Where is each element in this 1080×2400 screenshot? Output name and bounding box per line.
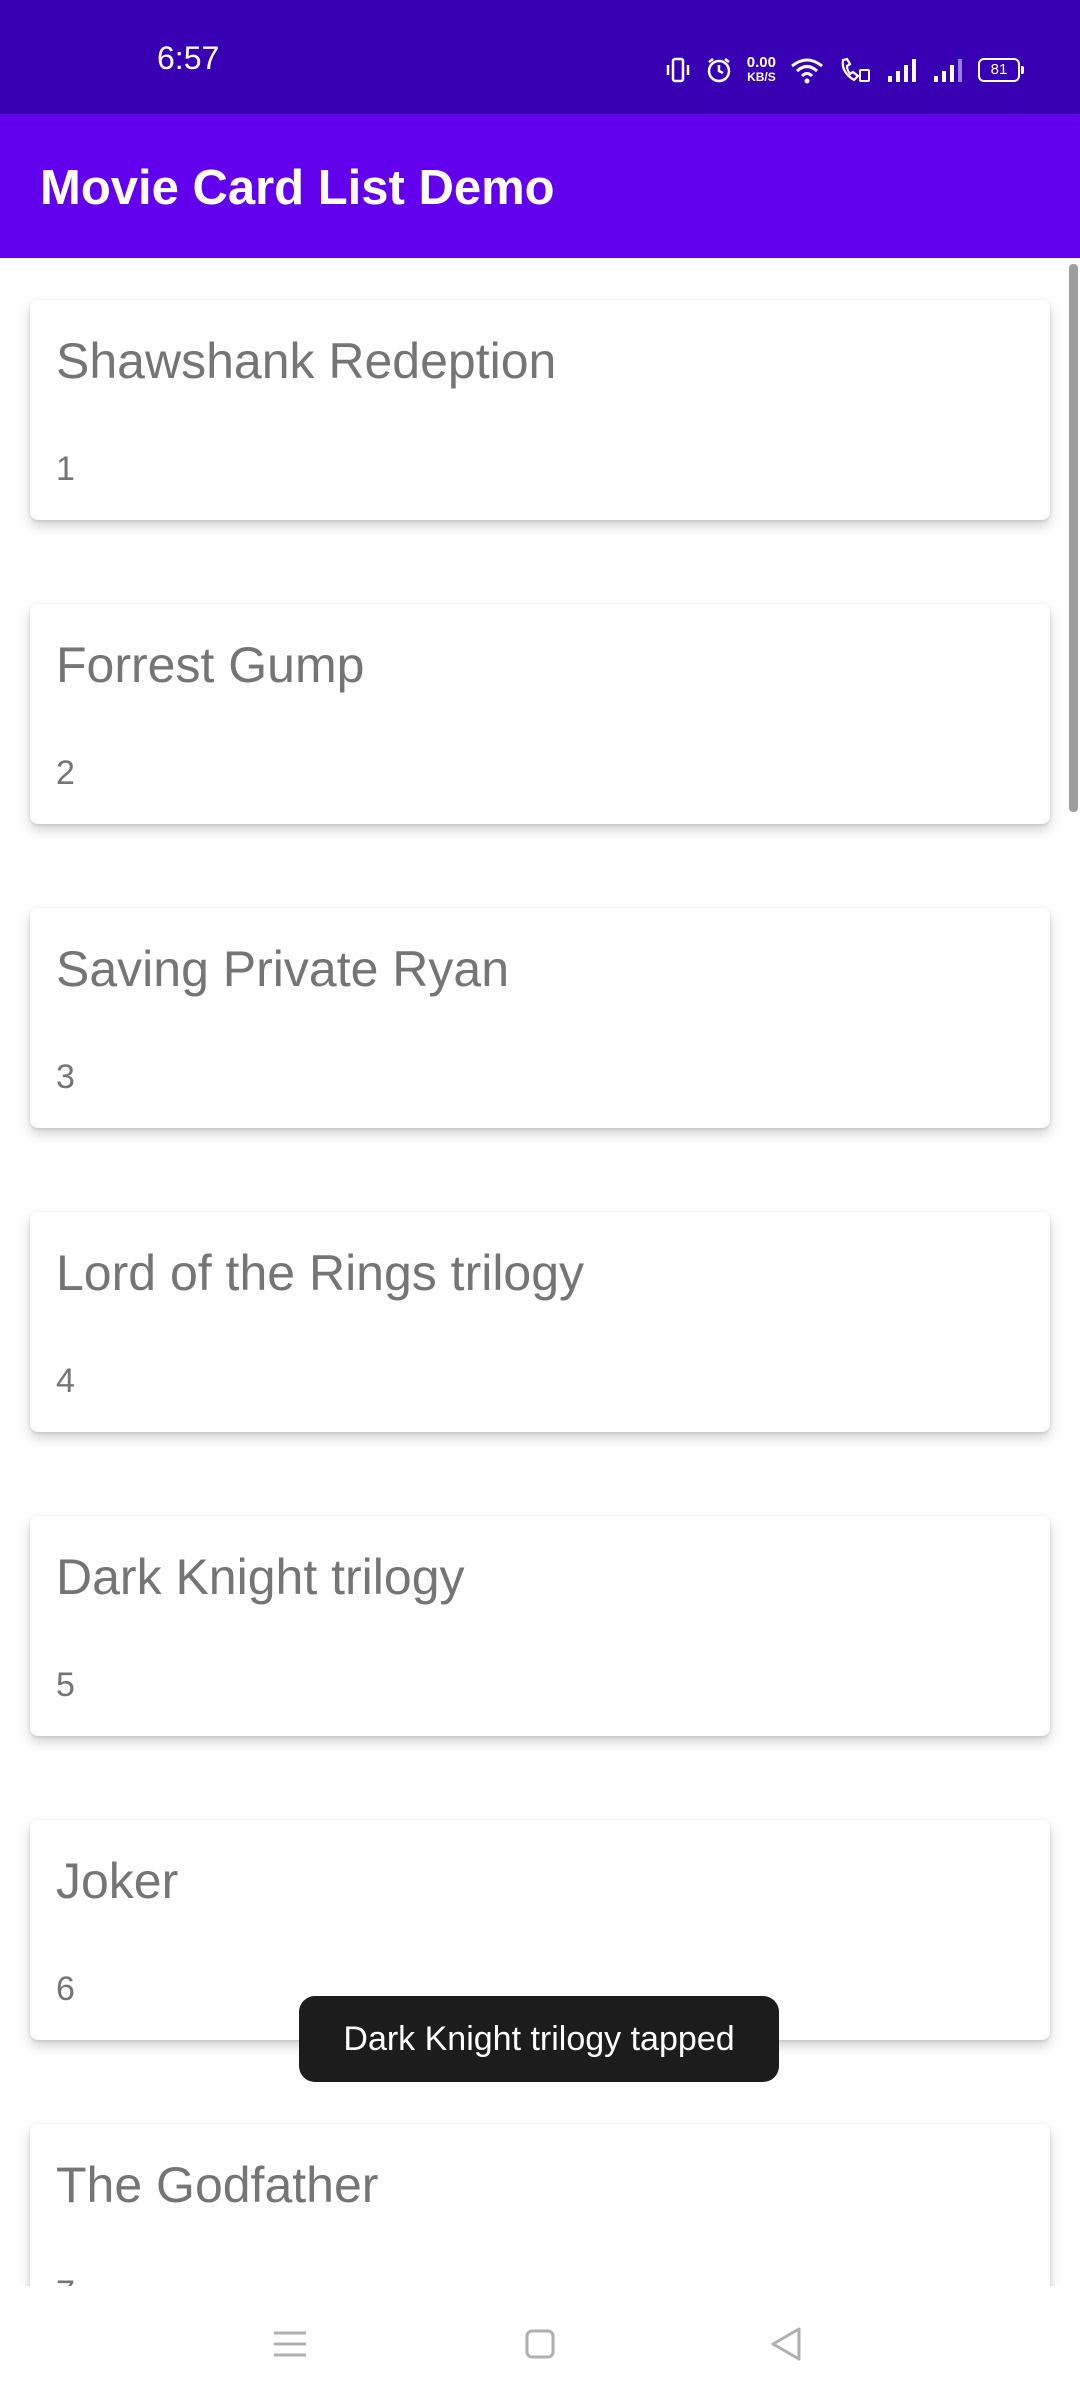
movie-card[interactable]: Shawshank Redeption 1 xyxy=(30,300,1050,520)
status-bar: 6:57 0.00 KB/S 81 xyxy=(0,0,1080,114)
system-nav-bar xyxy=(0,2286,1080,2400)
movie-number: 2 xyxy=(56,754,75,792)
movie-card[interactable]: The Godfather 7 xyxy=(30,2124,1050,2286)
toast: Dark Knight trilogy tapped xyxy=(299,1996,779,2082)
movie-number: 7 xyxy=(56,2276,75,2286)
movie-number: 1 xyxy=(56,450,75,488)
movie-card[interactable]: Saving Private Ryan 3 xyxy=(30,908,1050,1128)
home-icon[interactable] xyxy=(518,2322,562,2366)
alarm-icon xyxy=(705,56,733,84)
scrollbar[interactable] xyxy=(1069,264,1078,812)
battery-icon: 81 xyxy=(978,58,1024,82)
app-bar: Movie Card List Demo xyxy=(0,114,1080,258)
signal-icon xyxy=(886,56,918,84)
network-speed: 0.00 KB/S xyxy=(746,54,776,84)
net-speed-unit: KB/S xyxy=(747,70,776,84)
movie-title: Joker xyxy=(56,1853,179,1909)
movie-title: Saving Private Ryan xyxy=(56,941,510,997)
movie-title: Forrest Gump xyxy=(56,637,365,693)
app-title: Movie Card List Demo xyxy=(40,161,555,215)
movie-number: 3 xyxy=(56,1058,75,1096)
movie-card[interactable]: Forrest Gump 2 xyxy=(30,604,1050,824)
vibrate-icon xyxy=(665,56,691,84)
movie-card[interactable]: Lord of the Rings trilogy 4 xyxy=(30,1212,1050,1432)
signal-icon xyxy=(932,56,964,84)
status-icons: 0.00 KB/S 81 xyxy=(665,50,1024,90)
toast-message: Dark Knight trilogy tapped xyxy=(343,2019,735,2058)
wifi-calling-icon xyxy=(838,56,872,84)
movie-list[interactable]: Shawshank Redeption 1 Forrest Gump 2 Sav… xyxy=(0,258,1080,2286)
movie-title: Lord of the Rings trilogy xyxy=(56,1245,585,1301)
net-speed-value: 0.00 xyxy=(746,54,776,71)
status-time: 6:57 xyxy=(157,40,220,76)
movie-title: Dark Knight trilogy xyxy=(56,1549,465,1605)
movie-number: 5 xyxy=(56,1666,75,1704)
movie-card[interactable]: Dark Knight trilogy 5 xyxy=(30,1516,1050,1736)
back-icon[interactable] xyxy=(764,2322,808,2366)
movie-title: Shawshank Redeption xyxy=(56,333,557,389)
movie-number: 4 xyxy=(56,1362,75,1400)
wifi-icon xyxy=(790,56,824,84)
movie-number: 6 xyxy=(56,1970,75,2008)
menu-icon[interactable] xyxy=(268,2322,312,2366)
movie-title: The Godfather xyxy=(56,2157,379,2213)
